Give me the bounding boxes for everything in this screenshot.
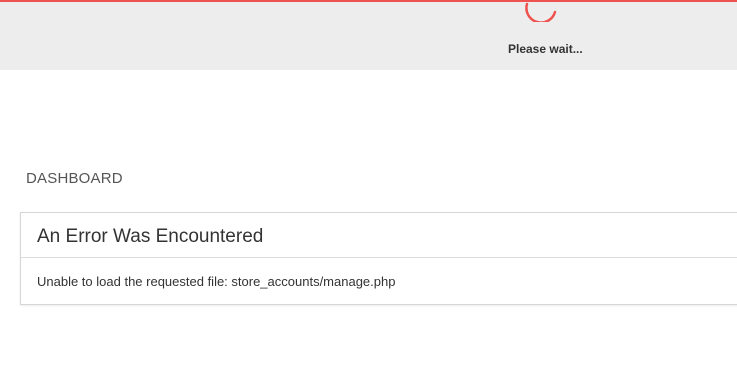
error-message: Unable to load the requested file: store… bbox=[37, 274, 396, 289]
page-title: DASHBOARD bbox=[26, 170, 123, 187]
loading-text: Please wait... bbox=[508, 42, 583, 56]
error-panel-body: Unable to load the requested file: store… bbox=[21, 258, 737, 289]
loading-spinner-icon bbox=[525, 2, 557, 22]
error-panel: An Error Was Encountered Unable to load … bbox=[20, 212, 737, 305]
page: Please wait... DASHBOARD An Error Was En… bbox=[0, 0, 737, 367]
error-panel-header: An Error Was Encountered bbox=[21, 213, 737, 258]
error-title: An Error Was Encountered bbox=[37, 226, 264, 247]
loading-overlay: Please wait... bbox=[0, 0, 737, 70]
